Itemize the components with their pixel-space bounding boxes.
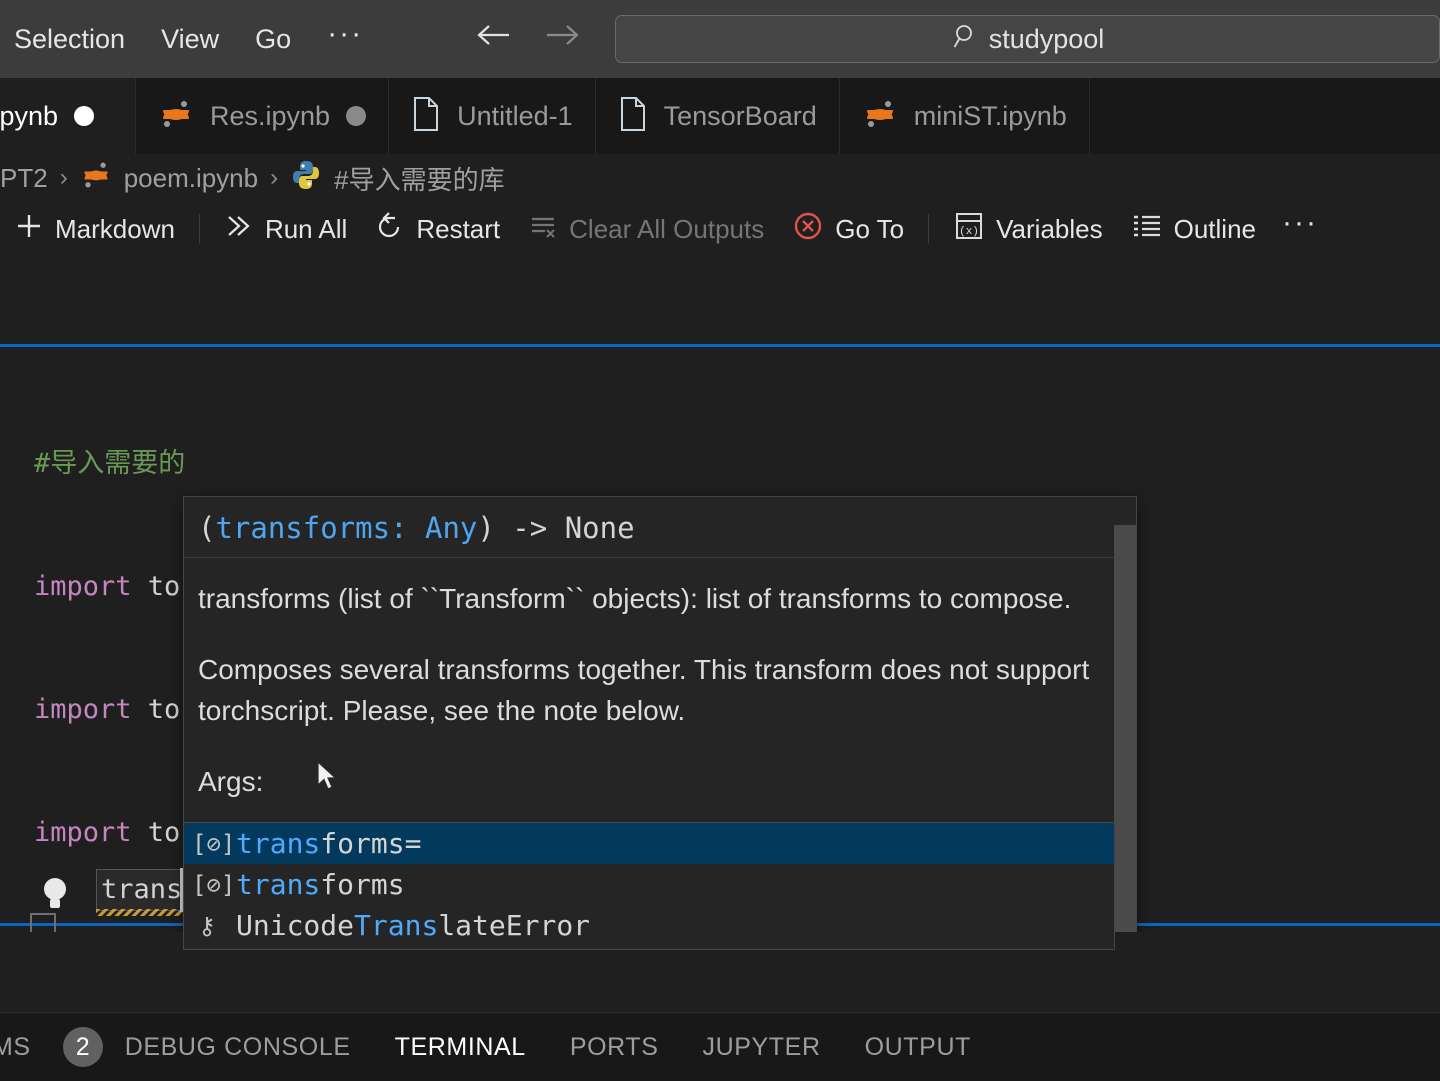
dirty-indicator-icon[interactable] [74, 106, 95, 126]
property-icon: [⊘] [192, 829, 236, 858]
warning-squiggle [96, 909, 188, 916]
run-all-button[interactable]: Run All [210, 212, 361, 247]
breadcrumb-item-file[interactable]: poem.ipynb [124, 163, 258, 194]
dirty-indicator-icon[interactable] [346, 106, 367, 126]
suggestion-item-transforms-equals[interactable]: [⊘] transforms= [184, 823, 1114, 864]
add-markdown-button[interactable]: Markdown [0, 211, 189, 248]
file-icon [411, 96, 441, 137]
property-icon: [⊘] [192, 870, 236, 899]
jupyter-icon [158, 96, 194, 137]
suggestion-label: transforms [236, 868, 405, 901]
variables-button[interactable]: (x) Variables [939, 211, 1116, 248]
run-all-icon [224, 212, 254, 247]
arrow-left-icon[interactable] [473, 20, 515, 59]
toolbar-separator [198, 214, 200, 244]
hover-panel-scrollbar[interactable] [1114, 525, 1136, 932]
editor-tab-bar: .ipynb Res.ipynb Untit [0, 78, 1440, 154]
menu-item-go[interactable]: Go [255, 24, 291, 55]
code-line-import-2: import to [34, 694, 181, 725]
toolbar-overflow-icon[interactable]: ··· [1270, 206, 1330, 252]
search-icon [951, 23, 977, 56]
hover-paragraph-params: transforms (list of ``Transform`` object… [198, 583, 1072, 614]
panel-tab-ports[interactable]: PORTS [548, 1033, 681, 1062]
panel-tab-problems[interactable]: MS [0, 1033, 53, 1062]
hover-paragraph-description: Composes several transforms together. Th… [198, 654, 1090, 726]
editor-tab-minist-ipynb[interactable]: miniST.ipynb [839, 78, 1090, 154]
title-bar: Selection View Go ··· studypool [0, 0, 1440, 78]
suggestion-label: UnicodeTranslateError [236, 909, 591, 942]
restart-label: Restart [416, 213, 501, 244]
editor-tab-label: TensorBoard [663, 100, 817, 131]
panel-tab-terminal[interactable]: TERMINAL [373, 1033, 548, 1062]
go-to-label: Go To [835, 213, 905, 244]
bracket-match-highlight [30, 913, 56, 932]
menu-item-view[interactable]: View [161, 24, 219, 55]
run-all-label: Run All [264, 213, 348, 244]
bottom-panel-tab-bar: MS 2 DEBUG CONSOLE TERMINAL PORTS JUPYTE… [0, 1012, 1440, 1081]
chevron-right-icon: › [59, 164, 68, 191]
panel-tab-jupyter[interactable]: JUPYTER [681, 1033, 843, 1062]
suggestion-item-transforms[interactable]: [⊘] transforms [184, 864, 1114, 905]
panel-tab-debug-console[interactable]: DEBUG CONSOLE [103, 1033, 373, 1062]
code-line-import-1: import to [34, 571, 181, 602]
editor-tab-label: .ipynb [0, 100, 59, 131]
editor-tab-untitled-1[interactable]: Untitled-1 [389, 78, 596, 154]
chevron-right-icon: › [270, 164, 279, 191]
restart-icon [375, 211, 405, 247]
clear-all-outputs-button[interactable]: Clear All Outputs [514, 212, 778, 247]
add-markdown-label: Markdown [55, 213, 175, 244]
breadcrumb-item-cell[interactable]: #导入需要的库 [334, 160, 504, 197]
navigation-arrows [473, 20, 583, 59]
plus-icon [14, 211, 44, 248]
file-icon [618, 96, 648, 137]
outline-button[interactable]: Outline [1117, 212, 1270, 247]
editor-tab-label: miniST.ipynb [913, 100, 1067, 131]
notebook-toolbar: Markdown Run All Restart Clear All Outpu… [0, 202, 1440, 256]
vscode-window: Selection View Go ··· studypool pynb Res… [0, 0, 1440, 1081]
clear-outputs-icon [528, 212, 558, 247]
search-input[interactable]: studypool [989, 24, 1105, 55]
inline-typed-token[interactable]: trans [96, 869, 188, 911]
menu-bar: Selection View Go ··· [0, 17, 363, 61]
editor-tab-label: Res.ipynb [210, 100, 331, 131]
mouse-cursor-icon [316, 760, 338, 793]
outline-label: Outline [1173, 213, 1256, 244]
hover-signature: (transforms: Any) -> None [184, 497, 1136, 558]
menu-item-selection[interactable]: Selection [14, 24, 125, 55]
python-icon [290, 159, 322, 198]
code-line-comment-imports: #导入需要的 [34, 448, 186, 479]
editor-tab-poem-ipynb[interactable]: .ipynb [0, 78, 136, 154]
suggestion-item-unicodetranslateerror[interactable]: ⚷ UnicodeTranslateError [184, 905, 1114, 946]
cell-source-code[interactable]: #导入需要的 import to import to import to Lau… [34, 361, 185, 932]
panel-tab-output[interactable]: OUTPUT [843, 1033, 993, 1062]
suggestion-label: transforms= [236, 827, 422, 860]
error-circle-icon [792, 210, 824, 249]
autocomplete-suggestion-list[interactable]: [⊘] transforms= [⊘] transforms ⚷ Unicode… [183, 822, 1115, 950]
menu-overflow-icon[interactable]: ··· [327, 17, 363, 61]
toolbar-separator [928, 214, 930, 244]
restart-button[interactable]: Restart [361, 211, 514, 247]
jupyter-icon [80, 159, 112, 198]
outline-icon [1131, 212, 1163, 247]
command-search-bar[interactable]: studypool [615, 15, 1440, 63]
editor-tab-res-ipynb[interactable]: Res.ipynb [136, 78, 390, 154]
breadcrumb: PT2 › poem.ipynb › #导入需要的库 [0, 154, 1440, 202]
breadcrumb-item-folder[interactable]: PT2 [0, 163, 48, 194]
svg-text:(x): (x) [959, 226, 979, 238]
variables-label: Variables [996, 213, 1103, 244]
editor-tab-label: Untitled-1 [457, 100, 573, 131]
problems-count-badge: 2 [62, 1027, 103, 1067]
jupyter-icon [862, 96, 898, 137]
clear-all-outputs-label: Clear All Outputs [569, 213, 765, 244]
go-to-button[interactable]: Go To [778, 210, 918, 249]
class-icon: ⚷ [198, 911, 216, 940]
arrow-right-icon[interactable] [541, 20, 583, 59]
editor-tab-tensorboard[interactable]: TensorBoard [595, 78, 840, 154]
variables-icon: (x) [953, 211, 985, 248]
code-line-import-3: import to [34, 817, 181, 848]
lightbulb-icon[interactable] [38, 874, 72, 914]
